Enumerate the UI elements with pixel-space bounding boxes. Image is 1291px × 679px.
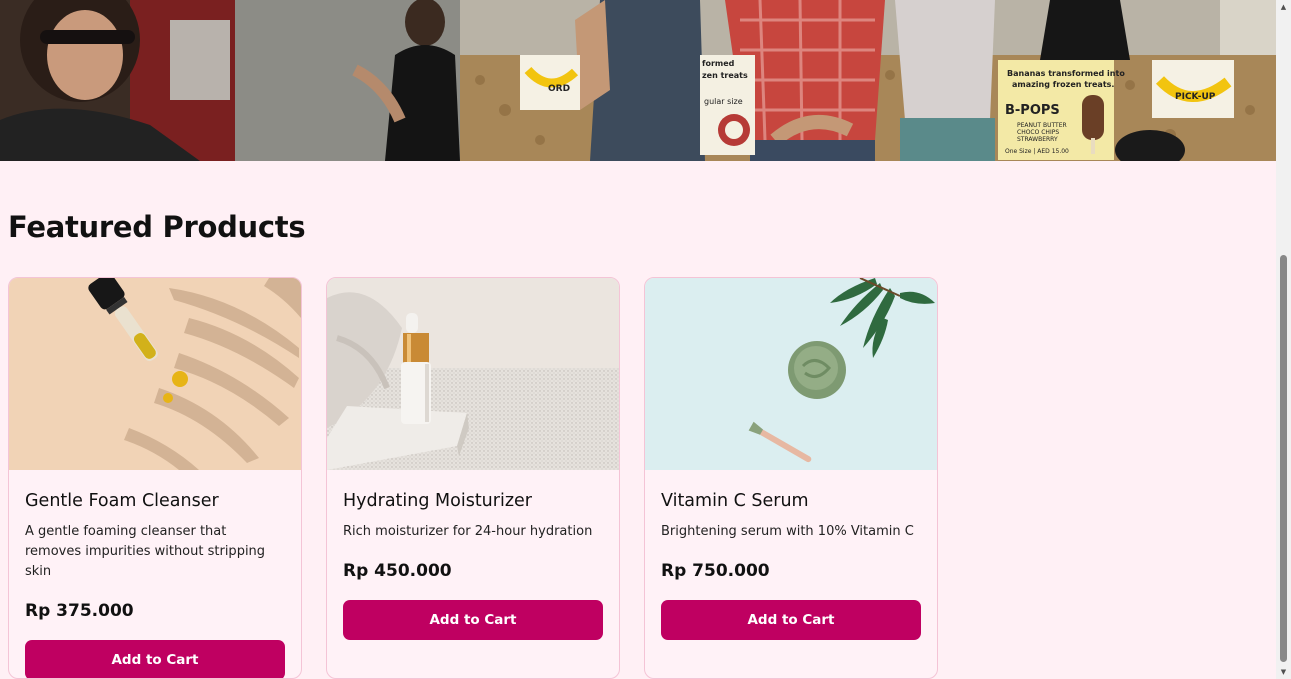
scroll-up-arrow-icon[interactable]: ▲: [1276, 0, 1291, 14]
svg-text:CHOCO CHIPS: CHOCO CHIPS: [1017, 129, 1059, 136]
svg-text:zen treats: zen treats: [702, 71, 748, 80]
hero-image: ORD formed zen treats gular size Bananas…: [0, 0, 1276, 161]
svg-text:STRAWBERRY: STRAWBERRY: [1017, 136, 1058, 143]
product-price: Rp 450.000: [343, 561, 452, 581]
svg-text:Bananas transformed into: Bananas transformed into: [1007, 69, 1125, 78]
product-card: Vitamin C Serum Brightening serum with 1…: [644, 277, 938, 679]
scroll-down-arrow-icon[interactable]: ▼: [1276, 665, 1291, 679]
svg-text:formed: formed: [702, 59, 735, 68]
product-card: Gentle Foam Cleanser A gentle foaming cl…: [8, 277, 302, 679]
clay-mask-photo: [645, 278, 937, 470]
moisturizer-bottle-photo: [327, 278, 619, 470]
svg-text:ORD: ORD: [548, 84, 570, 94]
add-to-cart-button[interactable]: Add to Cart: [25, 640, 285, 678]
vertical-scrollbar[interactable]: ▲ ▼: [1276, 0, 1291, 679]
serum-dropper-photo: [9, 278, 301, 470]
svg-text:B-POPS: B-POPS: [1005, 103, 1060, 118]
svg-text:One Size | AED 15.00: One Size | AED 15.00: [1005, 148, 1069, 155]
product-image: [327, 278, 619, 470]
product-card: Hydrating Moisturizer Rich moisturizer f…: [326, 277, 620, 679]
product-price: Rp 750.000: [661, 561, 770, 581]
add-to-cart-button[interactable]: Add to Cart: [661, 600, 921, 640]
product-name: Vitamin C Serum: [661, 491, 809, 511]
add-to-cart-button[interactable]: Add to Cart: [343, 600, 603, 640]
svg-text:PEANUT BUTTER: PEANUT BUTTER: [1017, 122, 1067, 129]
market-scene-photo: ORD formed zen treats gular size Bananas…: [0, 0, 1276, 161]
product-description: Brightening serum with 10% Vitamin C: [661, 524, 914, 539]
product-price: Rp 375.000: [25, 601, 134, 621]
product-description: Rich moisturizer for 24-hour hydration: [343, 524, 593, 539]
product-name: Gentle Foam Cleanser: [25, 491, 219, 511]
product-image: [9, 278, 301, 470]
product-description: A gentle foaming cleanser that removes i…: [25, 524, 266, 579]
svg-text:gular size: gular size: [704, 97, 743, 106]
product-image: [645, 278, 937, 470]
product-name: Hydrating Moisturizer: [343, 491, 532, 511]
svg-text:amazing frozen treats.: amazing frozen treats.: [1012, 80, 1114, 89]
page: ORD formed zen treats gular size Bananas…: [0, 0, 1276, 679]
section-title: Featured Products: [8, 210, 306, 244]
svg-text:PICK-UP: PICK-UP: [1175, 92, 1216, 102]
scrollbar-thumb[interactable]: [1280, 255, 1287, 662]
